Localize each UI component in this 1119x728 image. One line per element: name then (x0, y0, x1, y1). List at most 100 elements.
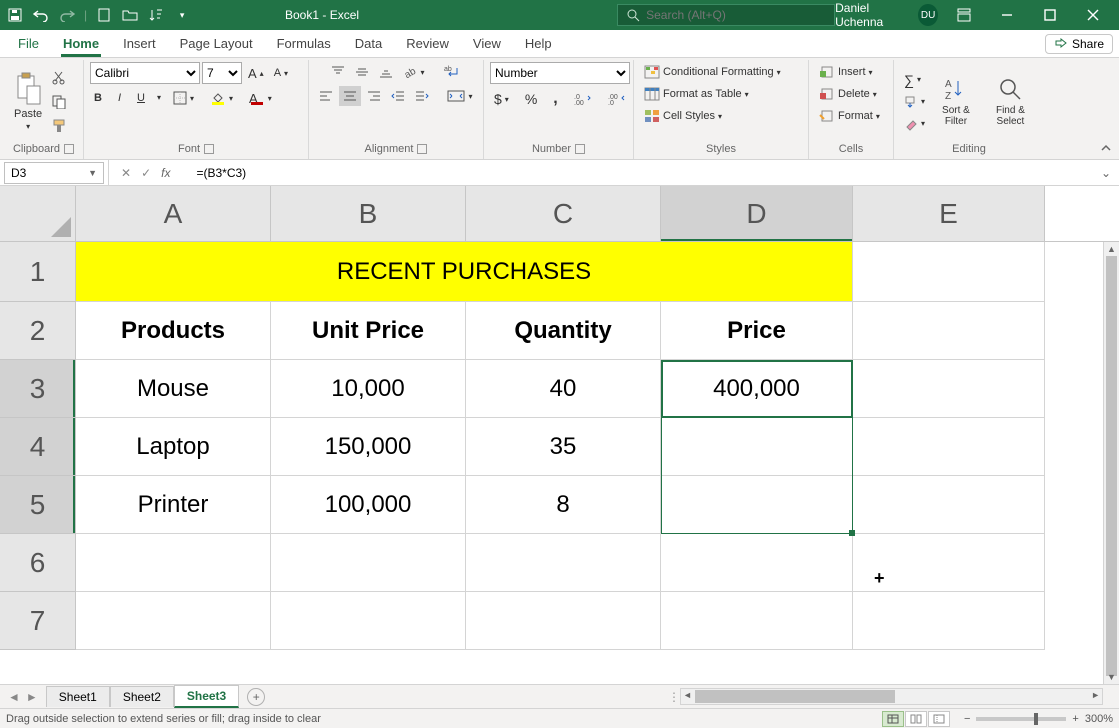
horizontal-scrollbar[interactable]: ◄ ► (680, 688, 1103, 705)
tab-home[interactable]: Home (51, 32, 111, 57)
insert-cells-button[interactable]: Insert▾ (815, 62, 877, 82)
tab-page-layout[interactable]: Page Layout (168, 32, 265, 57)
cell-styles-button[interactable]: Cell Styles▾ (640, 106, 726, 126)
cell-a1-merged[interactable]: RECENT PURCHASES (76, 242, 853, 302)
cell-c3[interactable]: 40 (466, 360, 661, 418)
cell-c2[interactable]: Quantity (466, 302, 661, 360)
sheet-tab-1[interactable]: Sheet1 (46, 686, 110, 707)
share-button[interactable]: Share (1045, 34, 1113, 54)
fill-button[interactable]: ▾ (900, 92, 929, 112)
wrap-text-button[interactable]: ab (439, 62, 465, 82)
cell-e1[interactable] (853, 242, 1045, 302)
add-sheet-button[interactable]: + (247, 688, 265, 706)
search-input[interactable] (646, 8, 826, 22)
redo-icon[interactable] (58, 6, 76, 24)
cell-a3[interactable]: Mouse (76, 360, 271, 418)
cell-d2[interactable]: Price (661, 302, 853, 360)
comma-button[interactable]: , (549, 88, 561, 110)
formula-input[interactable] (190, 162, 1101, 184)
alignment-dialog-icon[interactable] (417, 144, 427, 154)
shrink-font-button[interactable]: A▾ (270, 62, 292, 84)
cell-b2[interactable]: Unit Price (271, 302, 466, 360)
maximize-button[interactable] (1032, 0, 1067, 30)
font-name-select[interactable]: Calibri (90, 62, 200, 84)
expand-formula-bar-icon[interactable]: ⌄ (1101, 166, 1119, 180)
cell-e4[interactable] (853, 418, 1045, 476)
clear-button[interactable]: ▾ (900, 114, 929, 134)
autosum-button[interactable]: ∑▾ (900, 70, 929, 90)
select-all-corner[interactable] (0, 186, 76, 241)
cell-a4[interactable]: Laptop (76, 418, 271, 476)
cell-b6[interactable] (271, 534, 466, 592)
tab-insert[interactable]: Insert (111, 32, 168, 57)
sheet-tab-3[interactable]: Sheet3 (174, 685, 239, 708)
cell-c5[interactable]: 8 (466, 476, 661, 534)
hscroll-left-icon[interactable]: ◄ (683, 690, 692, 700)
border-button[interactable]: ▾ (169, 88, 198, 108)
save-icon[interactable] (6, 6, 24, 24)
increase-indent-button[interactable] (411, 86, 433, 106)
hscroll-thumb[interactable] (695, 690, 895, 703)
hscroll-right-icon[interactable]: ► (1091, 690, 1100, 700)
row-header-6[interactable]: 6 (0, 534, 76, 592)
open-file-icon[interactable] (121, 6, 139, 24)
increase-decimal-button[interactable]: .0.00 (570, 88, 596, 110)
cell-d4[interactable] (661, 418, 853, 476)
cell-e7[interactable] (853, 592, 1045, 650)
fx-icon[interactable]: fx (161, 166, 178, 180)
col-header-e[interactable]: E (853, 186, 1045, 241)
italic-button[interactable]: I (114, 88, 125, 108)
paste-button[interactable]: Paste ▾ (10, 68, 46, 135)
sort-filter-button[interactable]: AZ Sort & Filter (931, 73, 981, 131)
user-name[interactable]: Daniel Uchenna (835, 1, 910, 29)
zoom-out-button[interactable]: − (964, 713, 970, 725)
cell-e3[interactable] (853, 360, 1045, 418)
fill-color-button[interactable]: ▾ (206, 88, 237, 108)
cell-c6[interactable] (466, 534, 661, 592)
decrease-decimal-button[interactable]: .00.0 (604, 88, 630, 110)
row-header-4[interactable]: 4 (0, 418, 76, 476)
sheet-nav-next-icon[interactable]: ► (26, 690, 38, 704)
collapse-ribbon-icon[interactable] (1097, 139, 1115, 157)
name-box[interactable]: D3▼ (4, 162, 104, 184)
tab-data[interactable]: Data (343, 32, 394, 57)
cell-c7[interactable] (466, 592, 661, 650)
qat-dropdown-icon[interactable]: ▾ (173, 6, 191, 24)
grow-font-button[interactable]: A▴ (244, 62, 268, 84)
align-bottom-button[interactable] (375, 62, 397, 82)
bold-button[interactable]: B (90, 88, 106, 108)
tab-file[interactable]: File (6, 32, 51, 57)
view-page-layout-button[interactable] (905, 711, 927, 727)
copy-button[interactable] (48, 92, 70, 112)
align-right-button[interactable] (363, 86, 385, 106)
cell-e5[interactable] (853, 476, 1045, 534)
clipboard-dialog-icon[interactable] (64, 144, 74, 154)
row-header-2[interactable]: 2 (0, 302, 76, 360)
ribbon-options-icon[interactable] (946, 0, 981, 30)
tab-split-handle[interactable]: ⋮ (668, 691, 672, 702)
align-center-button[interactable] (339, 86, 361, 106)
cell-d5[interactable] (661, 476, 853, 534)
cell-a7[interactable] (76, 592, 271, 650)
percent-button[interactable]: % (521, 88, 541, 110)
cell-d6[interactable] (661, 534, 853, 592)
cell-c4[interactable]: 35 (466, 418, 661, 476)
scroll-up-icon[interactable]: ▲ (1104, 242, 1119, 256)
orientation-button[interactable]: ab▾ (399, 62, 428, 82)
col-header-d[interactable]: D (661, 186, 853, 241)
format-table-button[interactable]: Format as Table▾ (640, 84, 753, 104)
decrease-indent-button[interactable] (387, 86, 409, 106)
zoom-in-button[interactable]: + (1072, 713, 1078, 725)
sort-icon[interactable] (147, 6, 165, 24)
align-middle-button[interactable] (351, 62, 373, 82)
minimize-button[interactable] (989, 0, 1024, 30)
col-header-a[interactable]: A (76, 186, 271, 241)
delete-cells-button[interactable]: Delete▾ (815, 84, 881, 104)
font-size-select[interactable]: 7 (202, 62, 242, 84)
col-header-c[interactable]: C (466, 186, 661, 241)
cell-a6[interactable] (76, 534, 271, 592)
align-top-button[interactable] (327, 62, 349, 82)
cell-d7[interactable] (661, 592, 853, 650)
merge-center-button[interactable]: ▾ (443, 86, 476, 106)
row-header-1[interactable]: 1 (0, 242, 76, 302)
